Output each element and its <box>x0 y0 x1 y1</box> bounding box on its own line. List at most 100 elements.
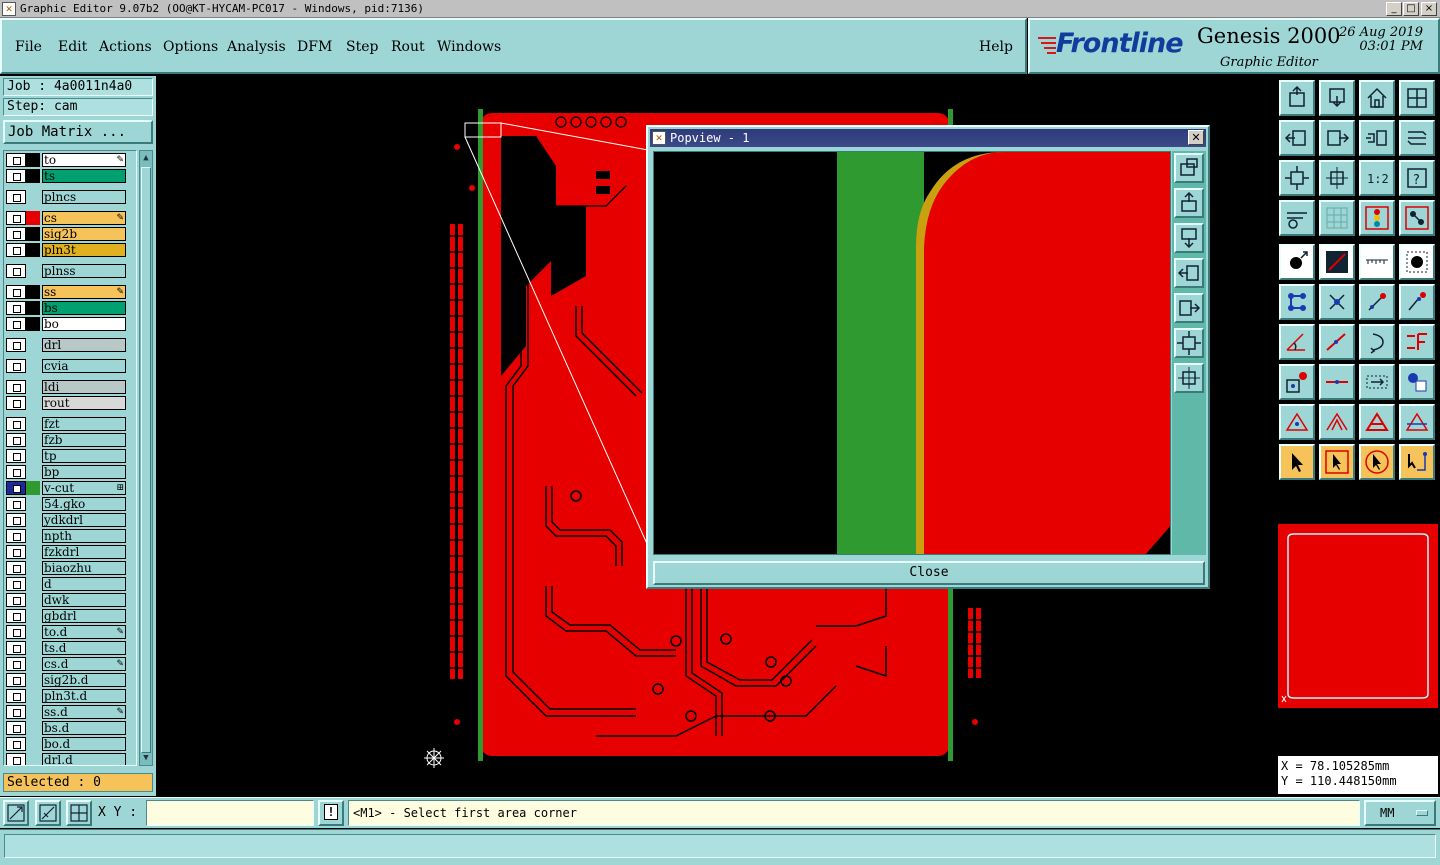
line-icon[interactable] <box>1319 324 1355 360</box>
layer-name[interactable]: bo <box>42 317 126 331</box>
layer-checkbox[interactable] <box>6 625 26 639</box>
layer-name[interactable]: bp <box>42 465 126 479</box>
layer-color-swatch[interactable] <box>26 465 40 479</box>
layer-checkbox[interactable] <box>6 190 26 204</box>
layer-color-swatch[interactable] <box>26 227 40 241</box>
fit-screen-icon[interactable] <box>1279 160 1315 196</box>
layer-checkbox[interactable] <box>6 513 26 527</box>
popview-tool-7[interactable] <box>1174 363 1204 393</box>
layer-color-swatch[interactable] <box>26 721 40 735</box>
layer-name[interactable]: drl <box>42 338 126 352</box>
line-draw-icon[interactable] <box>1319 244 1355 280</box>
layer-name[interactable]: fzb <box>42 433 126 447</box>
layer-checkbox[interactable] <box>6 561 26 575</box>
select-lasso-icon[interactable] <box>1359 444 1395 480</box>
layer-name[interactable]: 54.gko <box>42 497 126 511</box>
layer-name[interactable]: bs <box>42 301 126 315</box>
layer-row[interactable]: to ✎ <box>6 153 126 167</box>
grid-icon[interactable] <box>1319 200 1355 236</box>
select-box-icon[interactable] <box>1319 444 1355 480</box>
layer-row[interactable]: ldi <box>6 380 126 394</box>
layer-name[interactable]: ydkdrl <box>42 513 126 527</box>
layer-color-swatch[interactable] <box>26 396 40 410</box>
resize-icon[interactable] <box>1359 364 1395 400</box>
layer-row[interactable]: bo.d <box>6 737 126 751</box>
units-select[interactable]: MM <box>1364 800 1436 826</box>
layer-row[interactable]: tp <box>6 449 126 463</box>
layer-checkbox[interactable] <box>6 169 26 183</box>
layer-row[interactable]: cvia <box>6 359 126 373</box>
layer-row[interactable]: bs.d <box>6 721 126 735</box>
layer-color-swatch[interactable] <box>26 737 40 751</box>
select-pointer-icon[interactable] <box>1279 444 1315 480</box>
layer-color-swatch[interactable] <box>26 625 40 639</box>
layer-checkbox[interactable] <box>6 227 26 241</box>
redraw-icon[interactable] <box>1399 120 1435 156</box>
layer-checkbox[interactable] <box>6 737 26 751</box>
layer-color-swatch[interactable] <box>26 449 40 463</box>
layer-row[interactable]: sig2b.d <box>6 673 126 687</box>
layer-name[interactable]: plncs <box>42 190 126 204</box>
layer-row[interactable]: plncs <box>6 190 126 204</box>
pad-icon[interactable] <box>1399 244 1435 280</box>
grid-snap-button[interactable] <box>66 800 92 826</box>
triangle-2-icon[interactable] <box>1319 404 1355 440</box>
pan-up-icon[interactable] <box>1279 80 1315 116</box>
layer-color-swatch[interactable] <box>26 317 40 331</box>
layer-color-swatch[interactable] <box>26 705 40 719</box>
arc-point-icon[interactable] <box>1359 284 1395 320</box>
layer-row[interactable]: fzkdrl <box>6 545 126 559</box>
layer-color-swatch[interactable] <box>26 190 40 204</box>
layer-row[interactable]: fzb <box>6 433 126 447</box>
rotate-icon[interactable] <box>1359 324 1395 360</box>
layer-name[interactable]: sig2b <box>42 227 126 241</box>
layer-name[interactable]: rout <box>42 396 126 410</box>
layer-name[interactable]: to ✎ <box>42 153 126 167</box>
layer-name[interactable]: to.d ✎ <box>42 625 126 639</box>
layer-checkbox[interactable] <box>6 657 26 671</box>
tools-icon[interactable] <box>1279 200 1315 236</box>
job-matrix-button[interactable]: Job Matrix ... <box>3 120 153 144</box>
measure-button[interactable] <box>35 800 61 826</box>
angle-icon[interactable] <box>1279 324 1315 360</box>
layer-row[interactable]: biaozhu <box>6 561 126 575</box>
layer-name[interactable]: pln3t.d <box>42 689 126 703</box>
layer-color-swatch[interactable] <box>26 433 40 447</box>
layer-color-swatch[interactable] <box>26 609 40 623</box>
layer-name[interactable]: ss.d ✎ <box>42 705 126 719</box>
popview-tool-4[interactable] <box>1174 258 1204 288</box>
layer-checkbox[interactable] <box>6 338 26 352</box>
layer-color-swatch[interactable] <box>26 359 40 373</box>
layer-row[interactable]: dwk <box>6 593 126 607</box>
undo-zoom-icon[interactable] <box>1359 120 1395 156</box>
pan-left-icon[interactable] <box>1279 120 1315 156</box>
layer-name[interactable]: dwk <box>42 593 126 607</box>
layer-checkbox[interactable] <box>6 593 26 607</box>
layer-name[interactable]: cs.d ✎ <box>42 657 126 671</box>
popview-tool-2[interactable] <box>1174 188 1204 218</box>
board-minimap[interactable] <box>1278 524 1438 708</box>
layer-color-swatch[interactable] <box>26 243 40 257</box>
layer-name[interactable]: bs.d <box>42 721 126 735</box>
layer-checkbox[interactable] <box>6 753 26 765</box>
layer-color-swatch[interactable] <box>26 301 40 315</box>
layer-row[interactable]: plnss <box>6 264 126 278</box>
connect-nodes-icon[interactable] <box>1279 284 1315 320</box>
layer-name[interactable]: tp <box>42 449 126 463</box>
layer-color-swatch[interactable] <box>26 513 40 527</box>
arc-point-2-icon[interactable] <box>1399 284 1435 320</box>
triangle-4-icon[interactable] <box>1399 404 1435 440</box>
layer-color-swatch[interactable] <box>26 153 40 167</box>
layer-row[interactable]: bs <box>6 301 126 315</box>
popview-close-icon[interactable]: ✕ <box>1188 130 1204 145</box>
layer-checkbox[interactable] <box>6 721 26 735</box>
layer-color-swatch[interactable] <box>26 380 40 394</box>
popview-tool-3[interactable] <box>1174 223 1204 253</box>
layer-row[interactable]: to.d ✎ <box>6 625 126 639</box>
layer-name[interactable]: gbdrl <box>42 609 126 623</box>
zoom-out-icon[interactable] <box>1319 80 1355 116</box>
layer-color-swatch[interactable] <box>26 417 40 431</box>
layer-row[interactable]: gbdrl <box>6 609 126 623</box>
layer-name[interactable]: sig2b.d <box>42 673 126 687</box>
layer-name[interactable]: biaozhu <box>42 561 126 575</box>
